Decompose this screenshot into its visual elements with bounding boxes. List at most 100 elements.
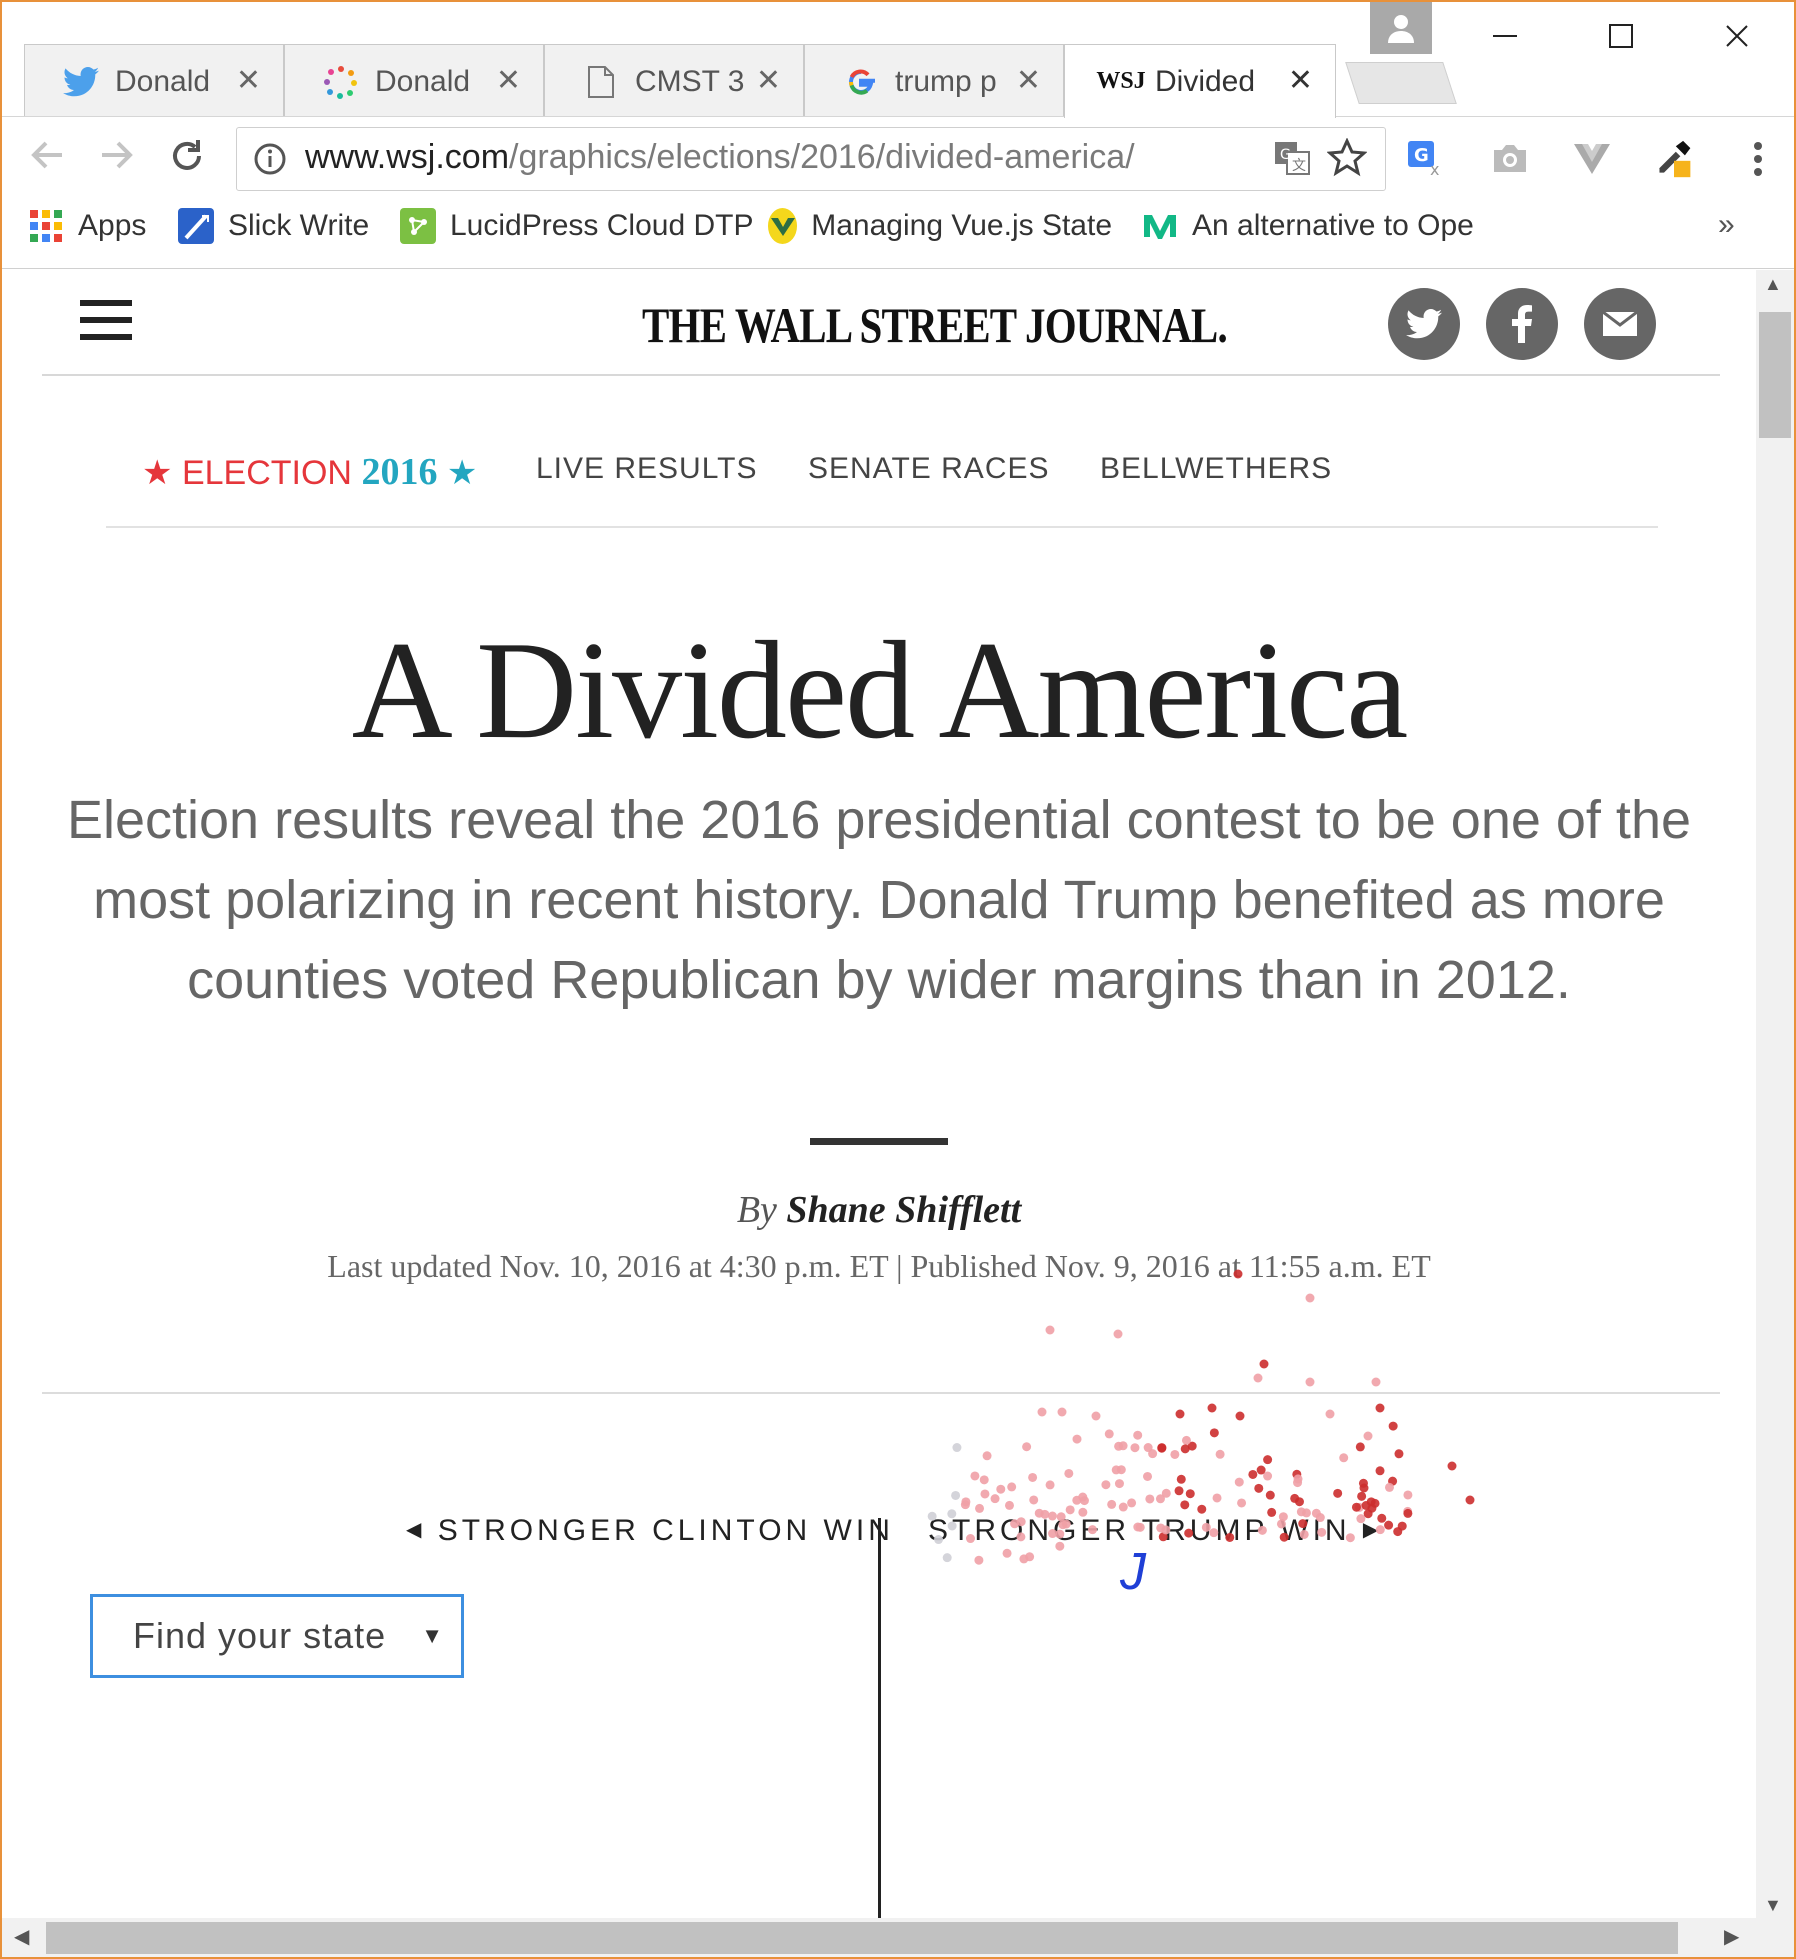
county-dot[interactable] [1256, 1465, 1266, 1475]
county-dot[interactable] [990, 1494, 1000, 1504]
county-dot[interactable] [1384, 1520, 1394, 1530]
close-icon[interactable]: ✕ [1288, 63, 1313, 98]
maximize-icon[interactable] [1596, 16, 1646, 56]
county-dot[interactable] [1375, 1525, 1385, 1535]
county-dot[interactable] [1267, 1507, 1277, 1517]
county-dot[interactable] [1207, 1403, 1217, 1413]
county-dot[interactable] [1016, 1532, 1026, 1542]
county-dot[interactable] [1004, 1500, 1014, 1510]
vertical-scroll-thumb[interactable] [1759, 312, 1791, 438]
county-dot[interactable] [1363, 1431, 1373, 1441]
county-dot[interactable] [1045, 1325, 1055, 1335]
county-dot[interactable] [1371, 1377, 1381, 1387]
county-dot[interactable] [1465, 1495, 1475, 1505]
county-dot[interactable] [1351, 1502, 1361, 1512]
window-close-icon[interactable] [1712, 16, 1762, 56]
info-icon[interactable] [253, 142, 287, 181]
county-dot[interactable] [980, 1489, 990, 1499]
county-dot[interactable] [1127, 1498, 1137, 1508]
county-dot[interactable] [1209, 1428, 1219, 1438]
county-dot[interactable] [927, 1511, 937, 1521]
county-dot[interactable] [1388, 1421, 1398, 1431]
county-dot[interactable] [1298, 1519, 1308, 1529]
county-dot[interactable] [1037, 1407, 1047, 1417]
county-dot[interactable] [1253, 1373, 1263, 1383]
county-dot[interactable] [961, 1497, 971, 1507]
county-dot[interactable] [1161, 1525, 1171, 1535]
county-dot[interactable] [1157, 1443, 1167, 1453]
county-dot[interactable] [996, 1484, 1006, 1494]
county-dot[interactable] [1235, 1411, 1245, 1421]
county-dot[interactable] [1377, 1513, 1387, 1523]
county-dot[interactable] [1143, 1471, 1153, 1481]
county-dot[interactable] [1002, 1548, 1012, 1558]
county-dot[interactable] [1040, 1509, 1050, 1519]
county-dot[interactable] [1118, 1441, 1128, 1451]
google-translate-ext-icon[interactable]: Gx [1406, 139, 1446, 179]
county-dot[interactable] [947, 1509, 957, 1519]
scroll-right-icon[interactable]: ▶ [1724, 1924, 1739, 1949]
county-dot[interactable] [1375, 1466, 1385, 1476]
county-dot[interactable] [1248, 1469, 1258, 1479]
county-dot[interactable] [1403, 1490, 1413, 1500]
county-dot[interactable] [1201, 1522, 1211, 1532]
vue-devtools-icon[interactable] [1572, 139, 1612, 179]
county-dot[interactable] [1234, 1477, 1244, 1487]
county-dot[interactable] [1358, 1478, 1368, 1488]
close-icon[interactable]: ✕ [236, 63, 261, 98]
county-dot[interactable] [1185, 1489, 1195, 1499]
county-dot[interactable] [1339, 1453, 1349, 1463]
scroll-left-icon[interactable]: ◀ [14, 1924, 29, 1949]
county-dot[interactable] [1265, 1490, 1275, 1500]
close-icon[interactable]: ✕ [756, 63, 781, 98]
county-dot[interactable] [1237, 1498, 1247, 1508]
county-dot[interactable] [1403, 1508, 1413, 1518]
vertical-scrollbar[interactable]: ▲ ▼ [1756, 270, 1794, 1918]
county-dot[interactable] [1181, 1435, 1191, 1445]
county-dot[interactable] [1091, 1411, 1101, 1421]
bookmark-slick-write[interactable]: Slick Write [178, 208, 369, 244]
county-dot[interactable] [1045, 1480, 1055, 1490]
county-dot[interactable] [951, 1490, 961, 1500]
county-dot[interactable] [1061, 1519, 1071, 1529]
county-dot[interactable] [1056, 1512, 1066, 1522]
bookmark-medium[interactable]: An alternative to Ope [1142, 208, 1482, 244]
county-dot[interactable] [974, 1555, 984, 1565]
county-dot[interactable] [1361, 1501, 1371, 1511]
county-dot[interactable] [1254, 1483, 1264, 1493]
county-dot[interactable] [970, 1471, 980, 1481]
county-dot[interactable] [1315, 1513, 1325, 1523]
county-dot[interactable] [947, 1521, 957, 1531]
bookmark-star-icon[interactable] [1326, 137, 1368, 183]
county-dot[interactable] [1317, 1527, 1327, 1537]
county-dot[interactable] [1375, 1403, 1385, 1413]
county-dot[interactable] [1263, 1455, 1273, 1465]
county-dot[interactable] [1357, 1491, 1367, 1501]
county-dot[interactable] [1028, 1472, 1038, 1482]
bookmarks-overflow-button[interactable]: » [1718, 208, 1735, 242]
county-dot[interactable] [1022, 1442, 1032, 1452]
county-dot[interactable] [1064, 1468, 1074, 1478]
county-dot[interactable] [1345, 1533, 1355, 1543]
tab-wsj-active[interactable]: WSJ Divided ✕ [1064, 44, 1336, 118]
county-dot[interactable] [1397, 1521, 1407, 1531]
county-dot[interactable] [1333, 1488, 1343, 1498]
county-dot[interactable] [1048, 1529, 1058, 1539]
county-dot[interactable] [979, 1475, 989, 1485]
county-dot[interactable] [1184, 1528, 1194, 1538]
horizontal-scroll-thumb[interactable] [46, 1922, 1678, 1954]
county-dot[interactable] [1133, 1522, 1143, 1532]
county-dot[interactable] [1296, 1507, 1306, 1517]
county-dot[interactable] [1010, 1519, 1020, 1529]
county-dot[interactable] [1072, 1434, 1082, 1444]
bookmark-vue-state[interactable]: Managing Vue.js State [768, 208, 1112, 244]
camera-icon[interactable] [1490, 139, 1530, 179]
tab-twitter[interactable]: Donald ✕ [24, 44, 284, 118]
translate-icon[interactable]: G文 [1273, 140, 1313, 181]
county-dot[interactable] [1055, 1541, 1065, 1551]
county-dot[interactable] [1225, 1532, 1235, 1542]
county-dot[interactable] [975, 1503, 985, 1513]
county-dot[interactable] [965, 1534, 975, 1544]
county-dot[interactable] [1143, 1443, 1153, 1453]
county-dot[interactable] [952, 1443, 962, 1453]
